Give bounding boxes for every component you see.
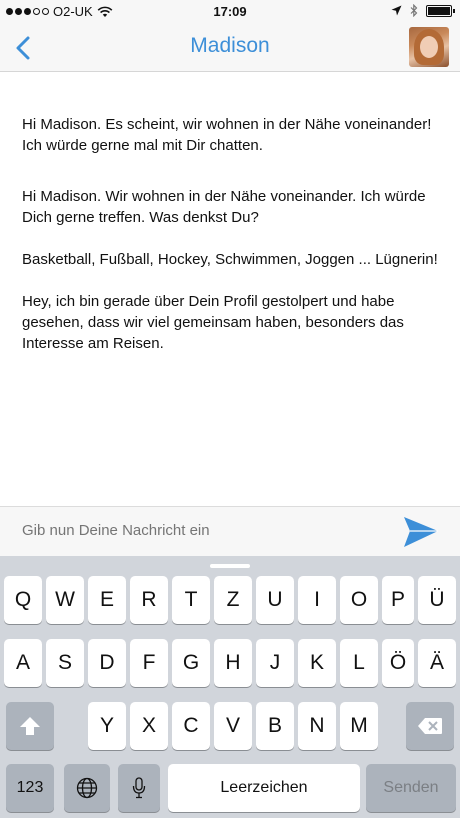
key-n[interactable]: N xyxy=(298,702,336,750)
microphone-key[interactable] xyxy=(118,764,160,812)
chat-screen: O2-UK 17:09 Madison Hi Madison. Es schei… xyxy=(0,0,460,818)
key-t[interactable]: T xyxy=(172,576,210,624)
message-list: Hi Madison. Es scheint, wir wohnen in de… xyxy=(22,114,442,375)
key-m[interactable]: M xyxy=(340,702,378,750)
avatar[interactable] xyxy=(409,27,449,67)
key-q[interactable]: Q xyxy=(4,576,42,624)
key-a[interactable]: A xyxy=(4,639,42,687)
key-v[interactable]: V xyxy=(214,702,252,750)
space-key[interactable]: Leerzeichen xyxy=(168,764,360,812)
microphone-icon xyxy=(132,777,146,799)
key-r[interactable]: R xyxy=(130,576,168,624)
message-text: Basketball, Fußball, Hockey, Schwimmen, … xyxy=(22,251,438,268)
globe-key[interactable] xyxy=(64,764,110,812)
key-ue[interactable]: Ü xyxy=(418,576,456,624)
paper-plane-icon[interactable] xyxy=(402,513,440,551)
key-p[interactable]: P xyxy=(382,576,414,624)
key-h[interactable]: H xyxy=(214,639,252,687)
globe-icon xyxy=(76,777,98,799)
key-z[interactable]: Z xyxy=(214,576,252,624)
key-c[interactable]: C xyxy=(172,702,210,750)
key-u[interactable]: U xyxy=(256,576,294,624)
key-o[interactable]: O xyxy=(340,576,378,624)
navigation-bar: Madison xyxy=(0,24,460,72)
message-composer xyxy=(0,506,460,556)
message-text: Hi Madison. Wir wohnen in der Nähe vonei… xyxy=(22,188,426,226)
battery-icon xyxy=(426,4,455,17)
key-x[interactable]: X xyxy=(130,702,168,750)
key-k[interactable]: K xyxy=(298,639,336,687)
status-indicators xyxy=(391,4,455,17)
message-input[interactable] xyxy=(22,522,382,539)
send-key[interactable]: Senden xyxy=(366,764,456,812)
key-d[interactable]: D xyxy=(88,639,126,687)
backspace-icon xyxy=(418,718,442,734)
page-title: Madison xyxy=(190,34,270,57)
key-l[interactable]: L xyxy=(340,639,378,687)
message-text: Hi Madison. Es scheint, wir wohnen in de… xyxy=(22,116,432,154)
key-i[interactable]: I xyxy=(298,576,336,624)
key-b[interactable]: B xyxy=(256,702,294,750)
location-arrow-icon xyxy=(391,5,402,16)
shift-icon xyxy=(20,717,40,735)
key-y[interactable]: Y xyxy=(88,702,126,750)
key-ae[interactable]: Ä xyxy=(418,639,456,687)
key-j[interactable]: J xyxy=(256,639,294,687)
delete-key[interactable] xyxy=(406,702,454,750)
status-bar: O2-UK 17:09 xyxy=(0,0,460,24)
key-w[interactable]: W xyxy=(46,576,84,624)
key-oe[interactable]: Ö xyxy=(382,639,414,687)
keyboard-handle[interactable] xyxy=(210,564,250,568)
key-f[interactable]: F xyxy=(130,639,168,687)
key-g[interactable]: G xyxy=(172,639,210,687)
key-e[interactable]: E xyxy=(88,576,126,624)
message-text: Hey, ich bin gerade über Dein Profil ges… xyxy=(22,293,404,352)
numbers-key[interactable]: 123 xyxy=(6,764,54,812)
bluetooth-icon xyxy=(410,4,418,17)
key-s[interactable]: S xyxy=(46,639,84,687)
shift-key[interactable] xyxy=(6,702,54,750)
keyboard: Q W E R T Z U I O P Ü A S D F G H J K L … xyxy=(0,556,460,818)
